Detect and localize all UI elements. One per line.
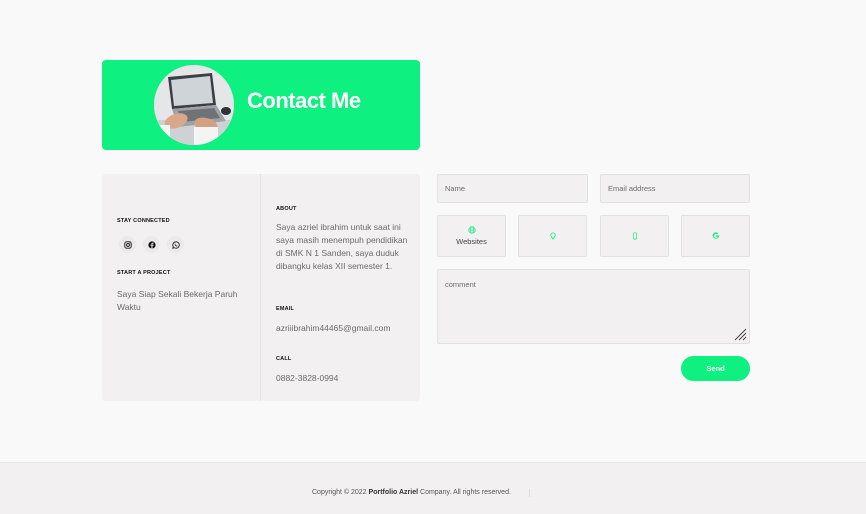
footer-separator xyxy=(529,489,530,497)
lightbulb-icon xyxy=(549,232,556,240)
option-idea[interactable] xyxy=(518,215,587,257)
copyright-suffix: Company. All rights reserved. xyxy=(418,489,511,496)
email-input[interactable] xyxy=(600,174,750,203)
email-value[interactable]: azriiibrahim44465@gmail.com xyxy=(276,322,390,335)
social-links xyxy=(119,236,184,253)
globe-icon xyxy=(467,226,476,234)
stay-connected-label: STAY CONNECTED xyxy=(117,218,170,224)
google-icon xyxy=(712,232,719,239)
copyright-text: Copyright © 2022 Portfolio Azriel Compan… xyxy=(312,489,511,496)
footer-brand[interactable]: Portfolio Azriel xyxy=(369,489,419,496)
about-label: ABOUT xyxy=(276,206,297,212)
option-label: Websites xyxy=(456,237,487,246)
phone-value[interactable]: 0882-3828-0994 xyxy=(276,372,338,385)
start-project-text: Saya Siap Sekali Bekerja Paruh Waktu xyxy=(117,289,238,312)
about-text: Saya azriel ibrahim untuk saat ini saya … xyxy=(276,222,408,271)
option-mobile[interactable] xyxy=(600,215,669,257)
contact-banner: Contact Me xyxy=(102,60,420,150)
start-project-label: START A PROJECT xyxy=(117,270,171,276)
resize-handle-icon[interactable] xyxy=(733,327,747,341)
facebook-icon[interactable] xyxy=(143,236,160,253)
comment-textarea[interactable] xyxy=(437,269,750,344)
name-input[interactable] xyxy=(437,174,588,203)
call-label: CALL xyxy=(276,356,292,362)
send-button[interactable]: Send xyxy=(681,356,750,381)
laptop-photo xyxy=(154,65,234,145)
instagram-icon[interactable] xyxy=(119,236,136,253)
page-title: Contact Me xyxy=(247,88,361,113)
option-websites[interactable]: Websites xyxy=(437,215,506,257)
divider xyxy=(260,174,261,401)
footer: Copyright © 2022 Portfolio Azriel Compan… xyxy=(0,462,866,514)
copyright-prefix: Copyright © 2022 xyxy=(312,489,369,496)
mobile-icon xyxy=(632,232,637,240)
contact-info-card: STAY CONNECTED START A PROJECT Saya Siap… xyxy=(102,174,420,401)
email-label: EMAIL xyxy=(276,306,295,312)
option-google[interactable] xyxy=(681,215,750,257)
whatsapp-icon[interactable] xyxy=(167,236,184,253)
